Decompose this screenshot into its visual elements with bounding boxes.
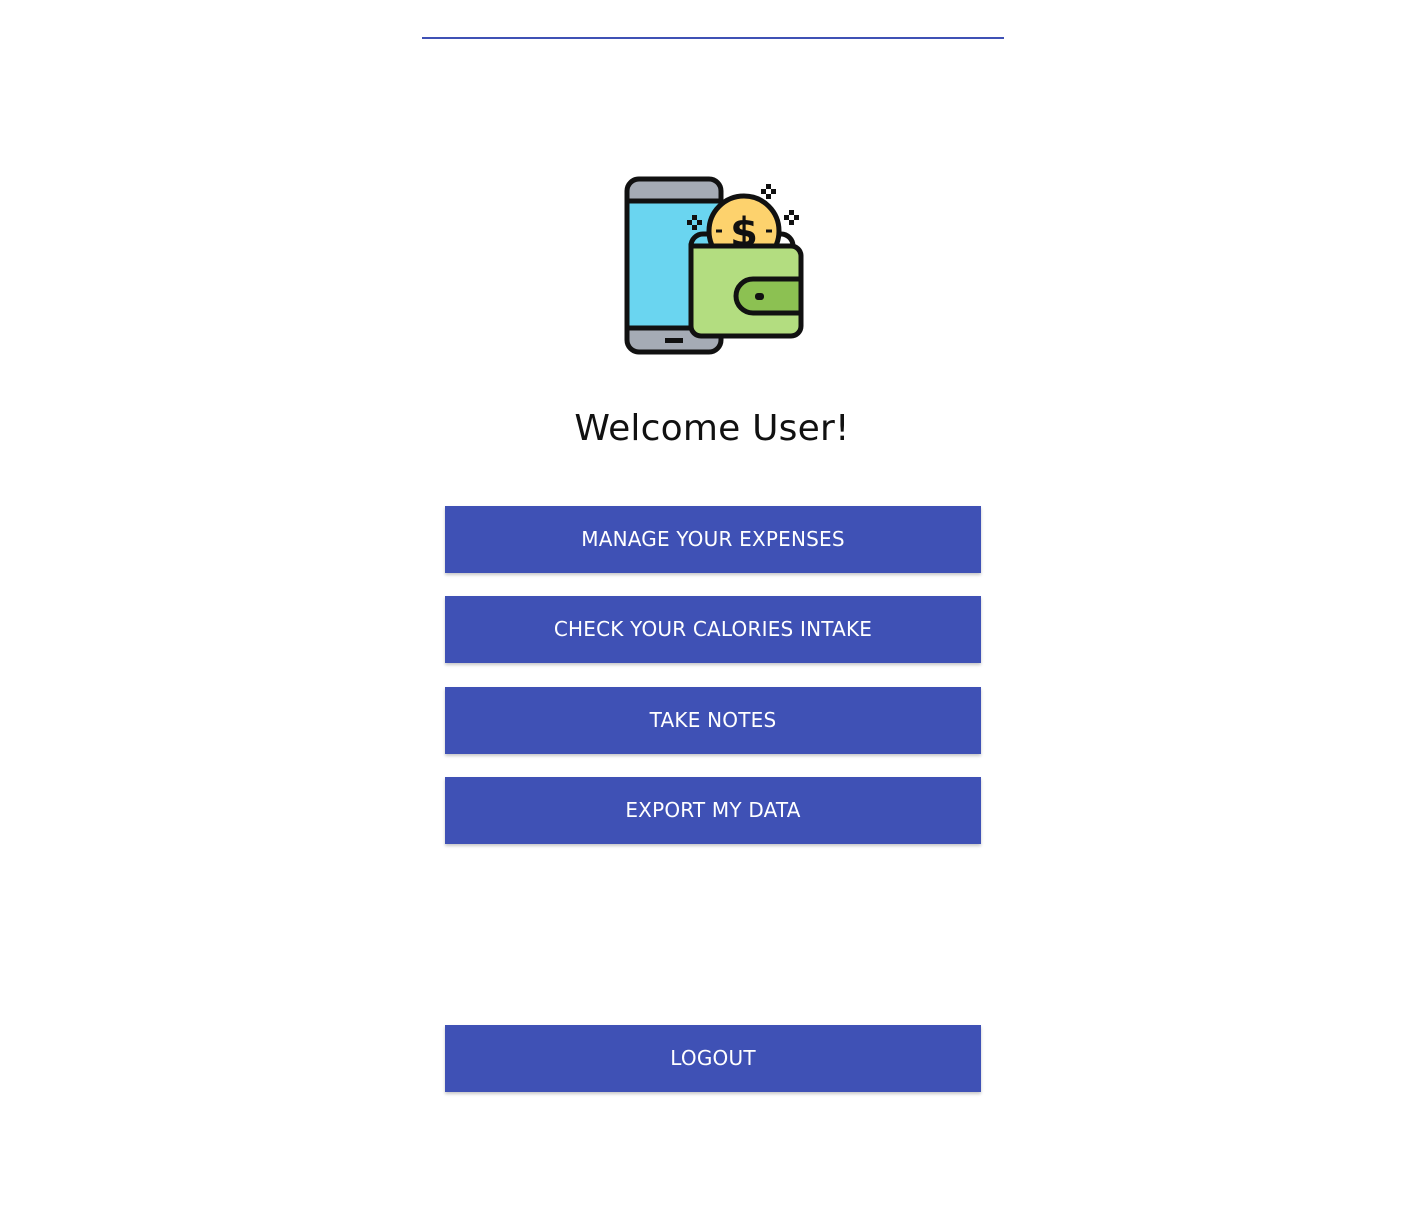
manage-expenses-button[interactable]: MANAGE YOUR EXPENSES: [445, 506, 981, 573]
check-calories-button[interactable]: CHECK YOUR CALORIES INTAKE: [445, 596, 981, 663]
phone-wallet-dollar-icon: $: [624, 176, 804, 355]
app-bar-divider: [422, 37, 1004, 39]
logout-button[interactable]: LOGOUT: [445, 1025, 981, 1092]
take-notes-button[interactable]: TAKE NOTES: [445, 687, 981, 754]
welcome-heading: Welcome User!: [574, 408, 850, 449]
export-data-button[interactable]: EXPORT MY DATA: [445, 777, 981, 844]
app-logo: $: [619, 171, 809, 361]
